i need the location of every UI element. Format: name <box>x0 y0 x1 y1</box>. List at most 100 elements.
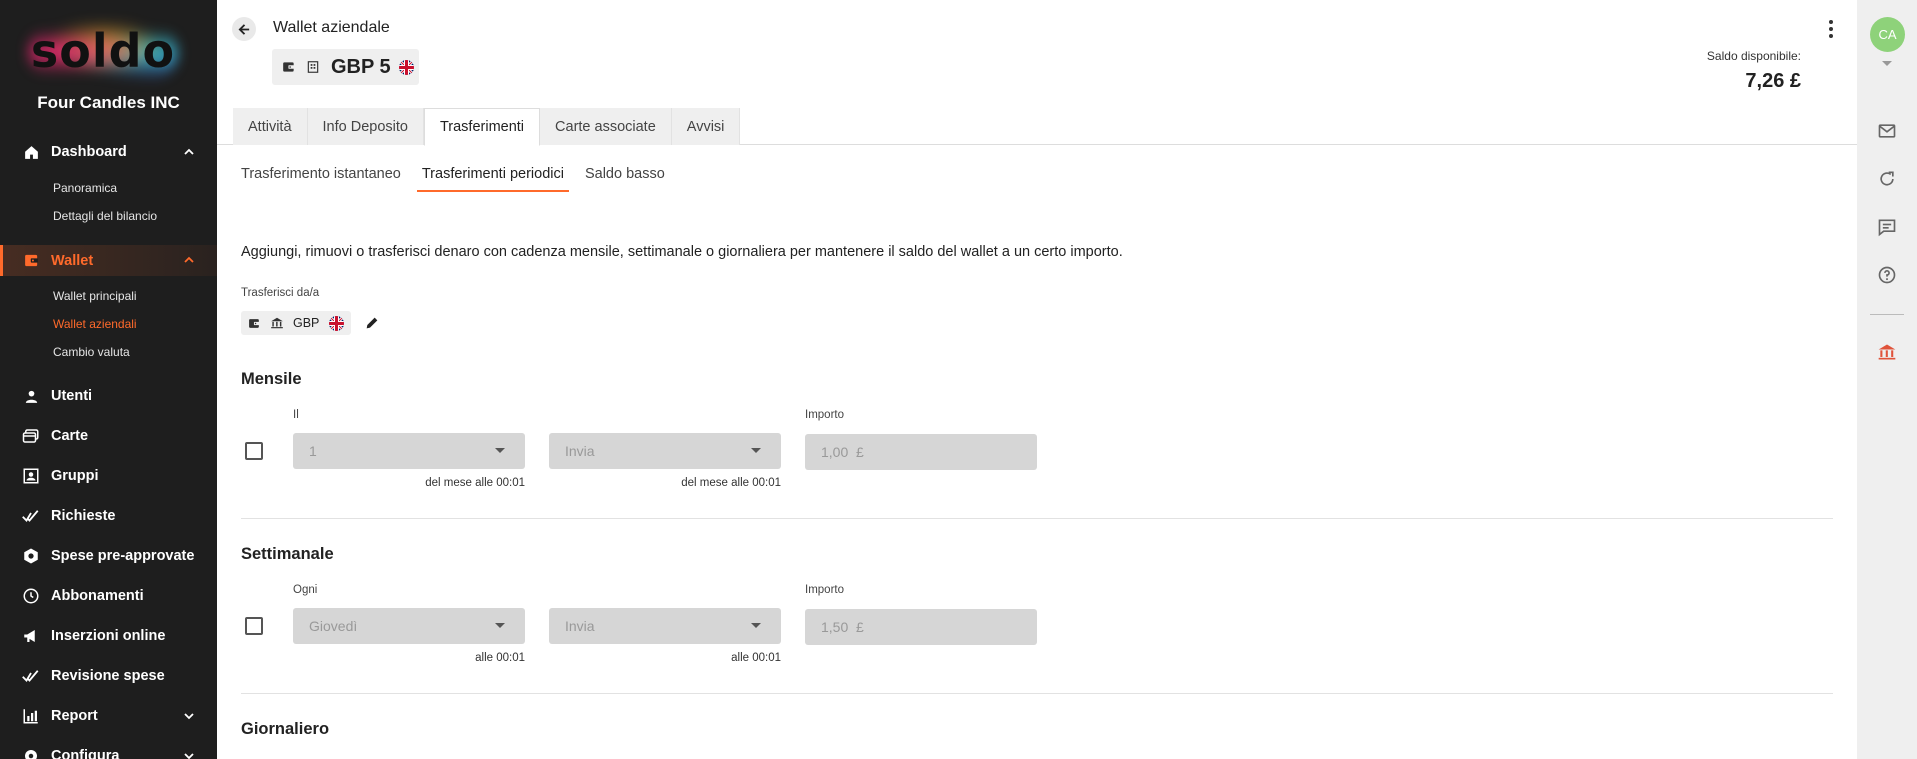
chevron-up-icon[interactable] <box>183 146 195 158</box>
sidebar: soldo Four Candles INC Dashboard Panoram… <box>0 0 217 759</box>
nav-label: Revisione spese <box>51 668 165 684</box>
hexagon-icon <box>22 547 40 565</box>
double-check-icon <box>22 507 40 525</box>
nav-label: Wallet <box>51 252 94 269</box>
nav-label: Dashboard <box>51 144 127 160</box>
nav-label: Richieste <box>51 508 116 524</box>
sub-item-cambio-valuta[interactable]: Cambio valuta <box>53 345 130 359</box>
back-button[interactable] <box>232 17 256 41</box>
currency-symbol: £ <box>856 444 864 460</box>
section-title-settimanale: Settimanale <box>241 545 334 563</box>
nav-richieste[interactable]: Richieste <box>0 501 217 531</box>
tab-trasferimenti[interactable]: Trasferimenti <box>423 108 541 146</box>
day-hint: del mese alle 00:01 <box>425 477 525 489</box>
bank-icon[interactable] <box>1876 341 1898 363</box>
rail-divider <box>1870 314 1904 315</box>
refresh-icon[interactable] <box>1876 168 1898 190</box>
nav-label: Spese pre-approvate <box>51 548 195 564</box>
section-title-mensile: Mensile <box>241 370 302 388</box>
wallet-name: GBP 5 <box>331 55 391 78</box>
sub-item-wallet-aziendali[interactable]: Wallet aziendali <box>53 317 137 331</box>
select-value: Giovedì <box>309 618 358 634</box>
nav-label: Gruppi <box>51 468 99 484</box>
monthly-action-select[interactable]: Invia <box>549 433 781 469</box>
monthly-checkbox[interactable] <box>245 442 263 460</box>
soldo-logo[interactable]: soldo <box>28 22 178 82</box>
nav-abbonamenti[interactable]: Abbonamenti <box>0 581 217 611</box>
caret-down-icon <box>751 448 761 453</box>
nav-label: Inserzioni online <box>51 628 166 644</box>
weekly-day-select[interactable]: Giovedì <box>293 608 525 644</box>
monthly-day-select[interactable]: 1 <box>293 433 525 469</box>
tab-avvisi[interactable]: Avvisi <box>671 108 741 145</box>
bank-icon <box>270 316 284 330</box>
subtab-trasferimenti-periodici[interactable]: Trasferimenti periodici <box>416 166 569 192</box>
nav-wallet[interactable]: Wallet <box>0 245 217 276</box>
company-name: Four Candles INC <box>37 93 180 112</box>
action-hint: del mese alle 00:01 <box>681 477 781 489</box>
currency-symbol: £ <box>856 619 864 635</box>
nav-label: Report <box>51 708 98 724</box>
more-vertical-icon[interactable] <box>1827 19 1835 39</box>
action-hint: alle 00:01 <box>731 652 781 664</box>
day-label: Il <box>293 409 299 421</box>
day-label: Ogni <box>293 584 318 596</box>
groups-icon <box>22 467 40 485</box>
section-divider <box>241 693 1833 694</box>
chevron-down-icon[interactable] <box>183 750 195 759</box>
select-value: Invia <box>565 443 595 459</box>
nav-gruppi[interactable]: Gruppi <box>0 461 217 491</box>
right-rail: CA <box>1857 0 1917 759</box>
section-title-giornaliero: Giornaliero <box>241 720 330 738</box>
description-text: Aggiungi, rimuovi o trasferisci denaro c… <box>241 244 1123 260</box>
megaphone-icon <box>22 627 40 645</box>
transfer-currency: GBP <box>293 316 320 330</box>
transfer-source-chip: GBP <box>241 311 351 335</box>
balance-label: Saldo disponibile: <box>1706 49 1801 63</box>
weekly-checkbox[interactable] <box>245 617 263 635</box>
caret-down-icon <box>495 623 505 628</box>
amount-label: Importo <box>805 584 844 596</box>
nav-dashboard[interactable]: Dashboard <box>0 137 217 167</box>
user-icon <box>22 387 40 405</box>
nav-carte[interactable]: Carte <box>0 421 217 451</box>
balance-value: 7,26 £ <box>1745 70 1801 92</box>
nav-spese-pre-approvate[interactable]: Spese pre-approvate <box>0 541 217 571</box>
day-hint: alle 00:01 <box>475 652 525 664</box>
nav-inserzioni-online[interactable]: Inserzioni online <box>0 621 217 651</box>
mail-icon[interactable] <box>1876 120 1898 142</box>
weekly-amount-input[interactable]: 1,50 £ <box>805 609 1037 645</box>
tab-carte-associate[interactable]: Carte associate <box>540 108 672 145</box>
nav-report[interactable]: Report <box>0 701 217 731</box>
building-icon <box>305 59 321 75</box>
wallet-icon <box>247 316 261 330</box>
nav-revisione-spese[interactable]: Revisione spese <box>0 661 217 691</box>
tab-info-deposito[interactable]: Info Deposito <box>307 108 424 145</box>
sub-item-panoramica[interactable]: Panoramica <box>53 181 117 195</box>
monthly-amount-input[interactable]: 1,00 £ <box>805 434 1037 470</box>
amount-value: 1,00 <box>821 444 849 460</box>
uk-flag-icon <box>398 59 414 75</box>
nav-label: Configura <box>51 748 120 759</box>
sub-item-dettagli-bilancio[interactable]: Dettagli del bilancio <box>53 209 157 223</box>
avatar[interactable]: CA <box>1870 17 1905 52</box>
cards-icon <box>22 427 40 445</box>
nav-configura[interactable]: Configura <box>0 741 217 759</box>
uk-flag-icon <box>329 315 345 331</box>
nav-utenti[interactable]: Utenti <box>0 381 217 411</box>
pencil-icon[interactable] <box>364 315 380 331</box>
weekly-action-select[interactable]: Invia <box>549 608 781 644</box>
tab-attivita[interactable]: Attività <box>233 108 308 145</box>
help-icon[interactable] <box>1876 264 1898 286</box>
main-content: Wallet aziendale GBP 5 Saldo disponibile… <box>217 0 1857 759</box>
chevron-down-icon[interactable] <box>183 710 195 722</box>
sub-item-wallet-principali[interactable]: Wallet principali <box>53 289 137 303</box>
chevron-up-icon[interactable] <box>183 254 195 266</box>
subtab-saldo-basso[interactable]: Saldo basso <box>585 166 665 192</box>
chat-icon[interactable] <box>1876 216 1898 238</box>
select-value: Invia <box>565 618 595 634</box>
wallet-chip: GBP 5 <box>272 49 419 85</box>
caret-down-icon[interactable] <box>1882 61 1892 66</box>
subtab-trasferimento-istantaneo[interactable]: Trasferimento istantaneo <box>241 166 401 192</box>
wallet-icon <box>281 59 297 75</box>
